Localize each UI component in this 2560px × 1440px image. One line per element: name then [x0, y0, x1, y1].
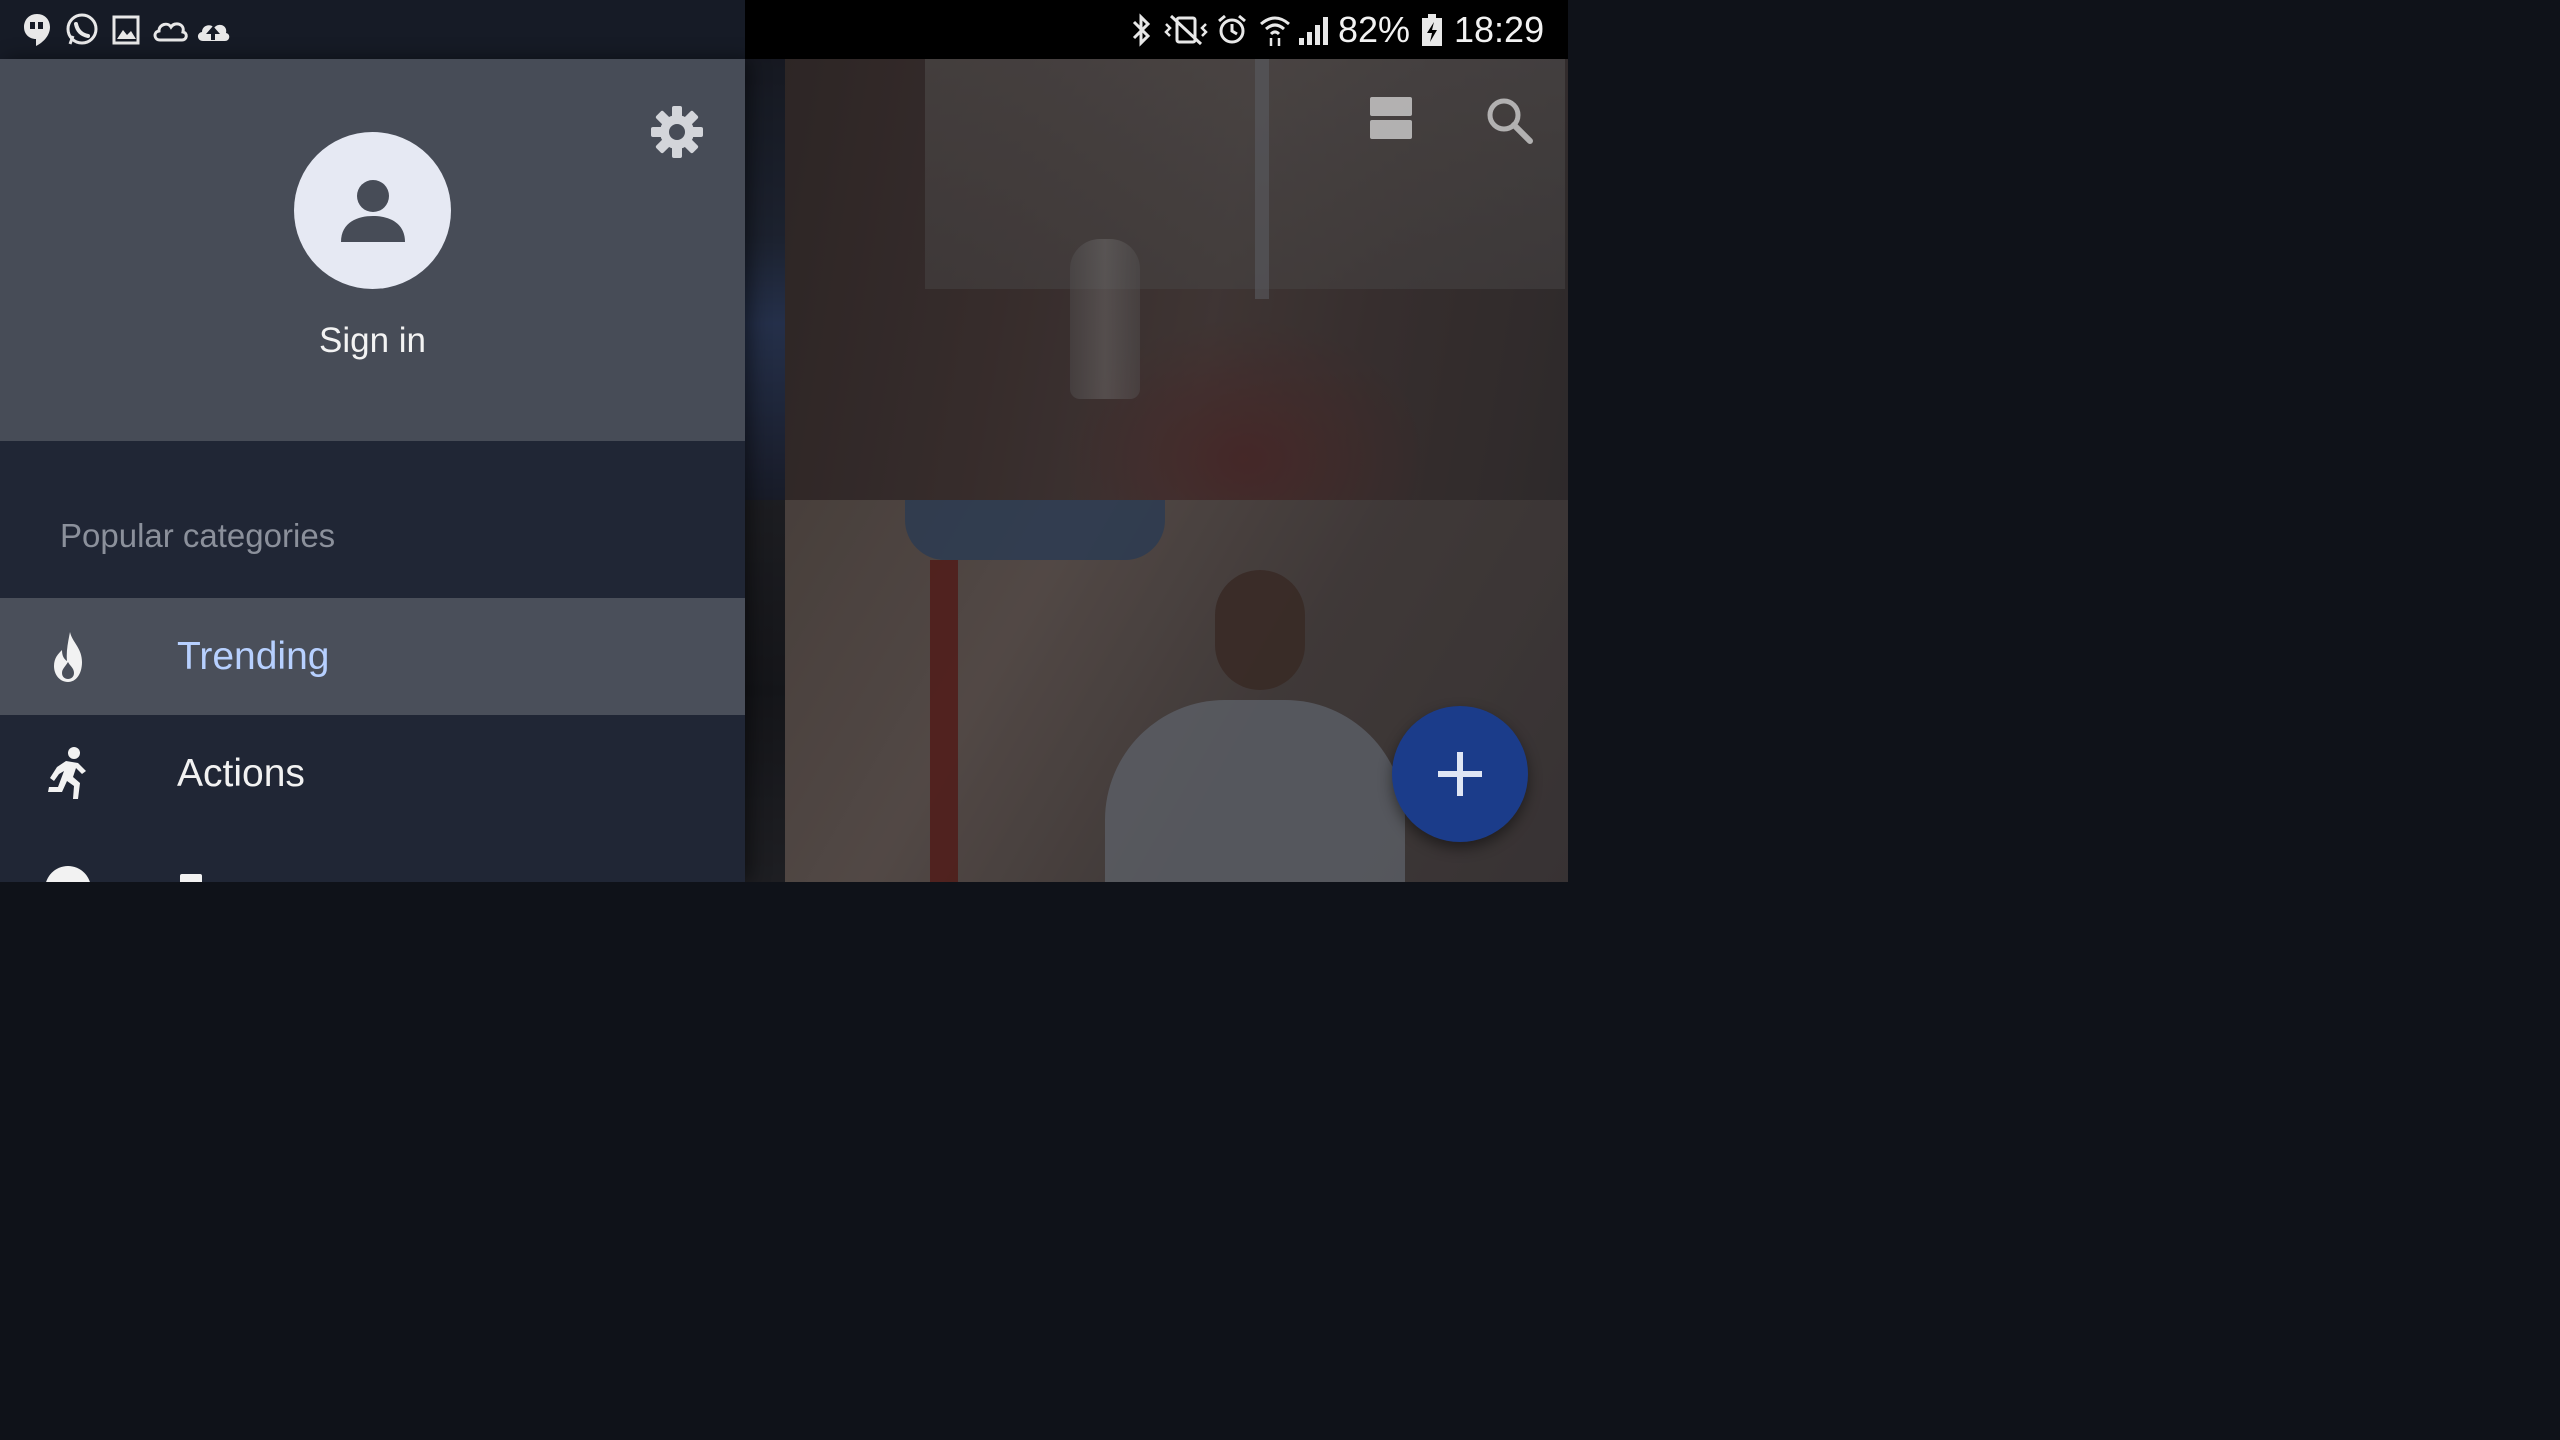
avatar[interactable] — [294, 132, 451, 289]
clock: 18:29 — [1454, 9, 1545, 50]
add-button[interactable] — [1392, 706, 1528, 842]
bluetooth-icon — [1130, 12, 1154, 48]
gear-icon — [651, 106, 703, 158]
person-icon — [340, 179, 405, 242]
drawer-header: Sign in — [0, 59, 745, 441]
wifi-icon — [1258, 12, 1292, 48]
gallery-icon — [112, 12, 140, 48]
nav-item-icon-partial[interactable] — [45, 866, 91, 882]
nav-item-label: Actions — [177, 752, 305, 795]
whatsapp-icon — [64, 12, 100, 48]
view-mode-icon[interactable] — [1368, 95, 1414, 141]
hangouts-icon — [22, 12, 52, 48]
nav-item-actions[interactable]: Actions — [0, 715, 745, 832]
screen: 82% 18:29 Sign in Popular categories Tre… — [0, 0, 1568, 882]
plus-icon — [1438, 752, 1482, 796]
navigation-drawer: Sign in Popular categories Trending Acti… — [0, 59, 745, 882]
battery-percent: 82% — [1338, 9, 1411, 50]
settings-button[interactable] — [648, 103, 706, 161]
battery-charging-icon — [1420, 12, 1444, 48]
nav-item-label-partial[interactable] — [180, 874, 202, 882]
cloud-upload-icon — [194, 12, 232, 48]
section-title: Popular categories — [60, 517, 336, 554]
signal-icon — [1297, 12, 1331, 48]
sign-in-link[interactable]: Sign in — [0, 321, 745, 361]
alarm-icon — [1216, 12, 1248, 48]
nav-item-trending[interactable]: Trending — [0, 598, 745, 715]
running-person-icon — [40, 745, 98, 803]
status-bar: 82% 18:29 — [0, 0, 1568, 59]
flame-icon — [40, 628, 98, 686]
nav-item-label: Trending — [177, 635, 330, 678]
cloud-icon — [151, 12, 189, 48]
search-icon[interactable] — [1484, 95, 1534, 145]
vibrate-icon — [1163, 12, 1209, 48]
